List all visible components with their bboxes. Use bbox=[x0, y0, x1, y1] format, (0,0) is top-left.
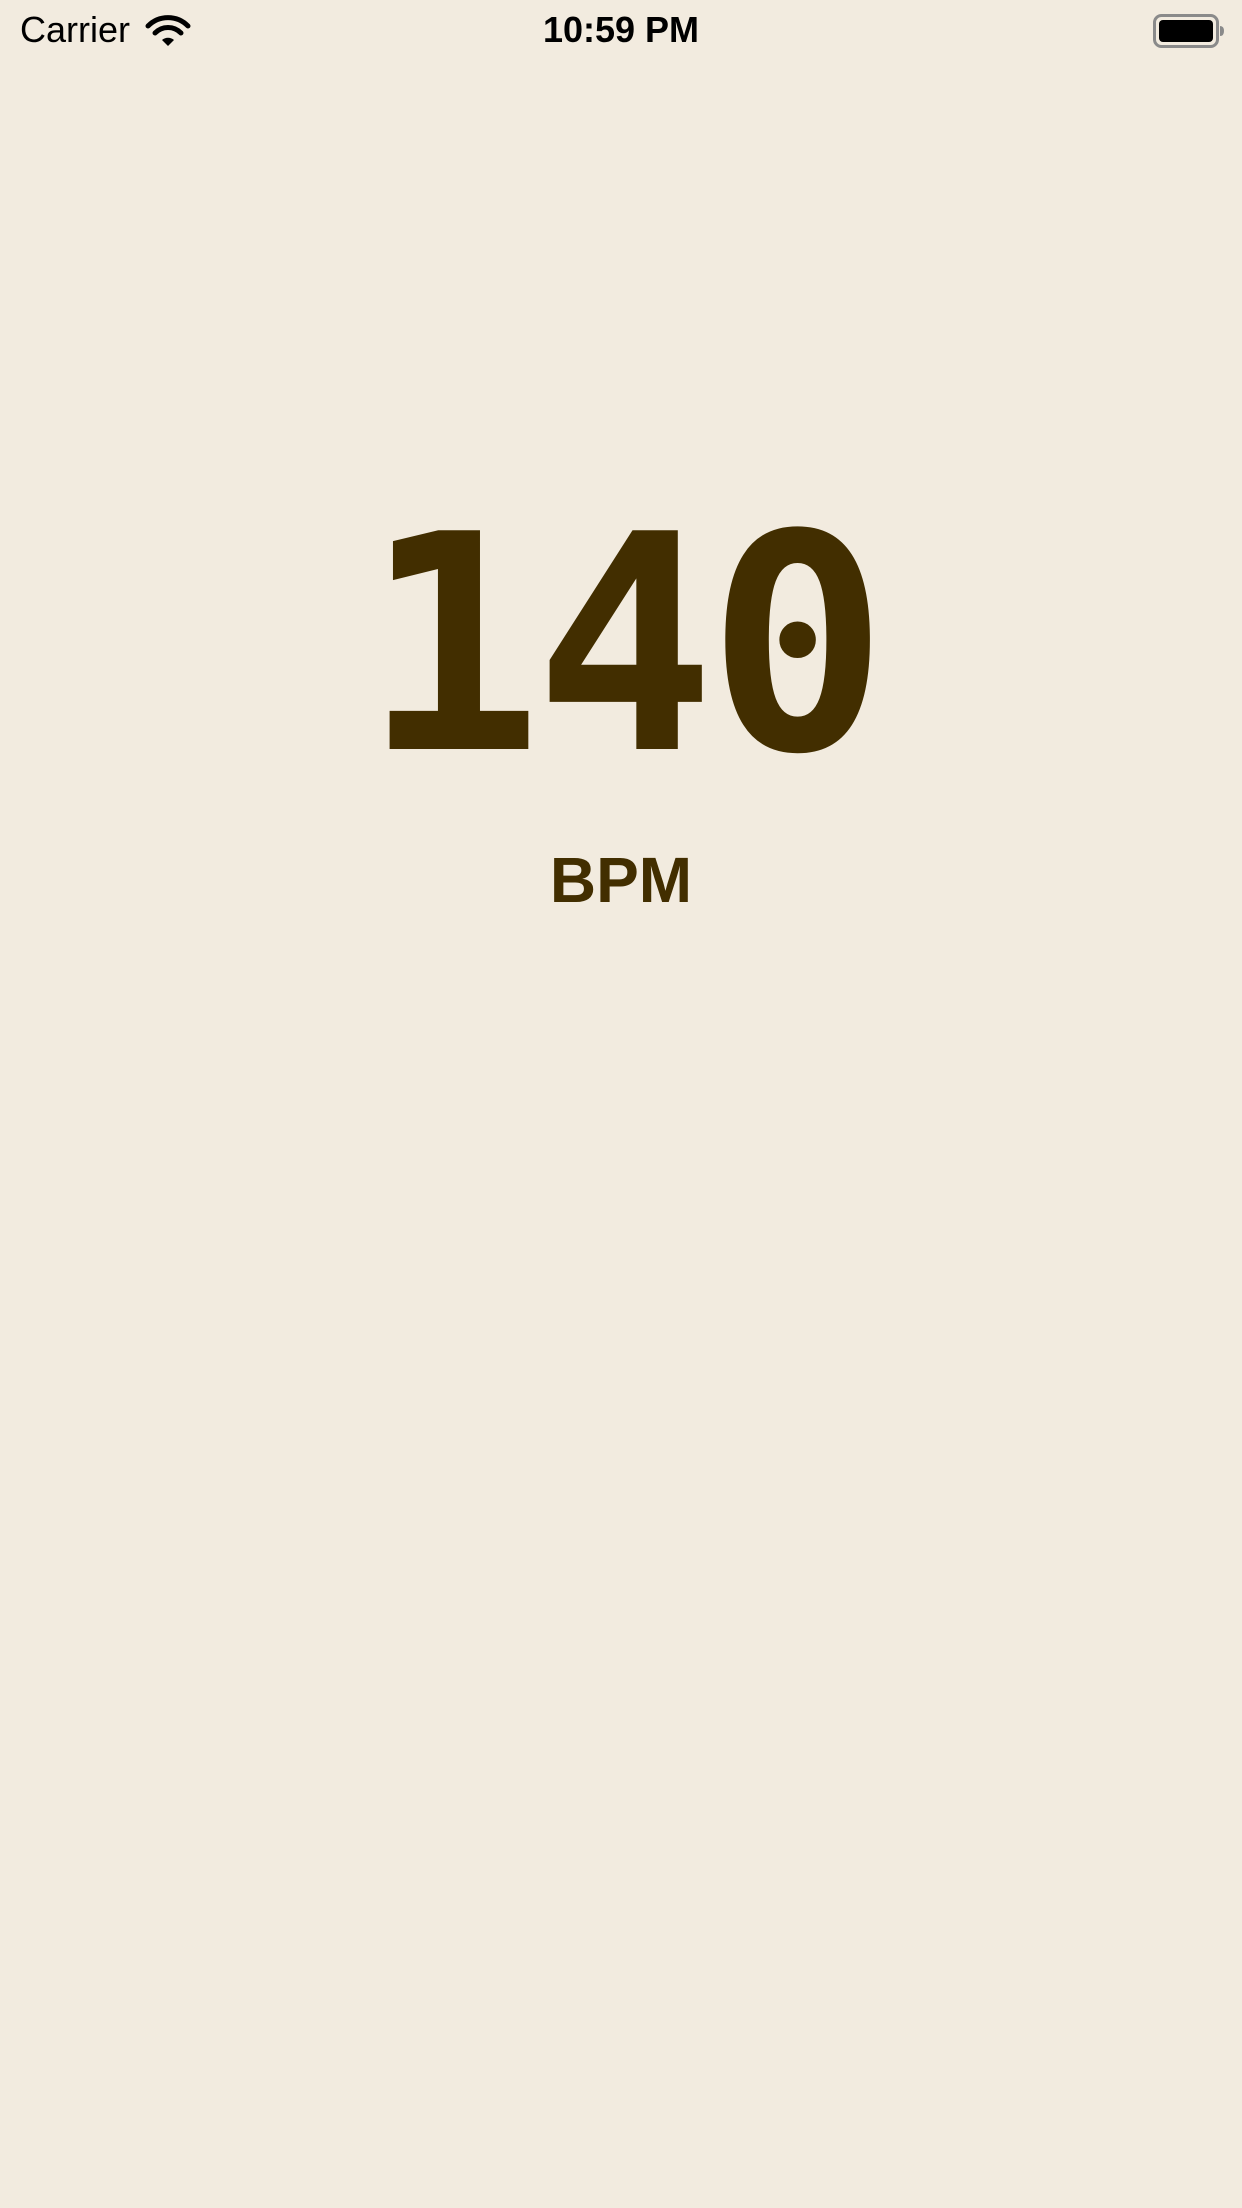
heart-rate-value: 140 bbox=[362, 471, 888, 820]
heart-rate-unit: BPM bbox=[549, 844, 693, 916]
status-time: 10:59 PM bbox=[542, 9, 700, 50]
status-bar: Carrier 10:59 PM bbox=[0, 0, 1242, 60]
battery-full-icon bbox=[1153, 14, 1224, 48]
